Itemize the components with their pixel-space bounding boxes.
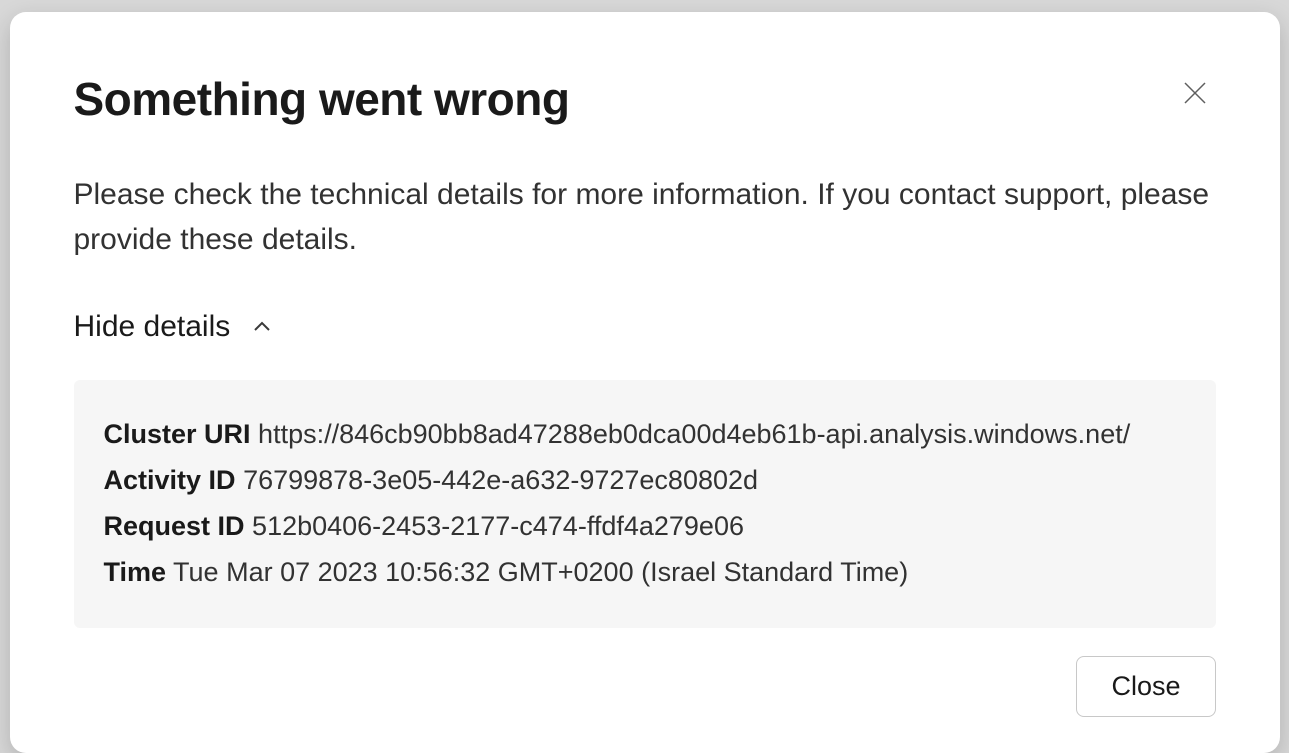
chevron-up-icon xyxy=(250,315,274,339)
detail-row-request-id: Request ID 512b0406-2453-2177-c474-ffdf4… xyxy=(104,504,1186,550)
detail-value: https://846cb90bb8ad47288eb0dca00d4eb61b… xyxy=(258,419,1130,449)
dialog-footer: Close xyxy=(74,656,1216,717)
detail-value: 76799878-3e05-442e-a632-9727ec80802d xyxy=(243,465,758,495)
details-toggle[interactable]: Hide details xyxy=(74,310,275,344)
dialog-message: Please check the technical details for m… xyxy=(74,172,1216,262)
dialog-header: Something went wrong xyxy=(74,72,1216,126)
close-button[interactable]: Close xyxy=(1076,656,1215,717)
detail-value: 512b0406-2453-2177-c474-ffdf4a279e06 xyxy=(252,511,744,541)
detail-row-cluster-uri: Cluster URI https://846cb90bb8ad47288eb0… xyxy=(104,412,1186,458)
detail-label: Activity ID xyxy=(104,465,236,495)
details-toggle-label: Hide details xyxy=(74,310,231,344)
close-icon-button[interactable] xyxy=(1174,72,1216,114)
close-icon xyxy=(1180,78,1210,108)
detail-row-time: Time Tue Mar 07 2023 10:56:32 GMT+0200 (… xyxy=(104,550,1186,596)
detail-label: Time xyxy=(104,557,167,587)
error-dialog: Something went wrong Please check the te… xyxy=(10,12,1280,753)
details-panel: Cluster URI https://846cb90bb8ad47288eb0… xyxy=(74,380,1216,628)
dialog-title: Something went wrong xyxy=(74,72,570,126)
detail-value: Tue Mar 07 2023 10:56:32 GMT+0200 (Israe… xyxy=(173,557,908,587)
detail-row-activity-id: Activity ID 76799878-3e05-442e-a632-9727… xyxy=(104,458,1186,504)
modal-backdrop: Something went wrong Please check the te… xyxy=(0,0,1289,737)
detail-label: Cluster URI xyxy=(104,419,251,449)
detail-label: Request ID xyxy=(104,511,245,541)
